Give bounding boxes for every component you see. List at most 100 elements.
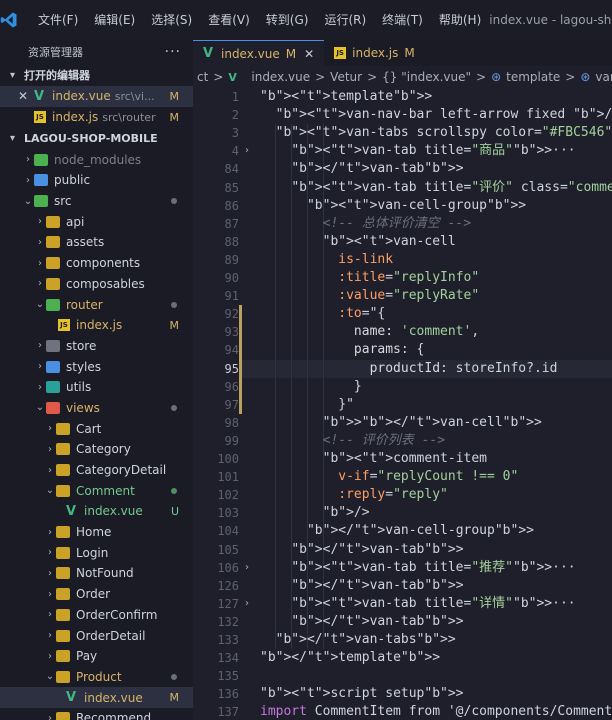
line-number: 92 bbox=[224, 307, 239, 322]
breadcrumb-item[interactable]: {} "index.vue" bbox=[382, 70, 471, 84]
line-number: 86 bbox=[224, 198, 239, 213]
tree-item-comment-index[interactable]: Vindex.vue U bbox=[0, 501, 193, 522]
tree-item-home[interactable]: › Home bbox=[0, 522, 193, 543]
tree-item-src[interactable]: ⌄ src bbox=[0, 191, 193, 212]
tree-item-assets[interactable]: › assets bbox=[0, 232, 193, 253]
tree-item-router-index[interactable]: JS index.js M bbox=[0, 315, 193, 336]
folder-icon bbox=[56, 567, 70, 580]
line-number: 133 bbox=[217, 633, 239, 647]
tree-item-api[interactable]: › api bbox=[0, 211, 193, 232]
fold-chevron-icon[interactable]: › bbox=[245, 559, 249, 577]
line-number: 101 bbox=[217, 470, 239, 485]
chevron-right-icon: › bbox=[26, 154, 30, 166]
fold-chevron-icon[interactable]: › bbox=[245, 595, 249, 613]
folder-icon bbox=[56, 526, 70, 539]
open-editor-item[interactable]: JS index.js src\router M bbox=[0, 107, 193, 128]
tree-item-components[interactable]: › components bbox=[0, 253, 193, 274]
breadcrumb-item[interactable]: ct bbox=[197, 70, 208, 84]
tree-item-router[interactable]: ⌄ router bbox=[0, 294, 193, 315]
editor-tabs: V index.vue M ✕ JS index.js M bbox=[193, 40, 612, 66]
line-number: 136 bbox=[217, 687, 239, 702]
tree-item-styles[interactable]: › styles bbox=[0, 356, 193, 377]
folder-icon bbox=[46, 381, 60, 394]
chevron-right-icon: › bbox=[38, 361, 42, 373]
menu-go[interactable]: 转到(G) bbox=[258, 0, 317, 40]
tree-item-cart[interactable]: › Cart bbox=[0, 418, 193, 439]
tree-item-public[interactable]: › public bbox=[0, 170, 193, 191]
git-modified-gutter bbox=[239, 305, 242, 414]
line-number: 97 bbox=[224, 397, 239, 412]
chevron-right-icon: › bbox=[26, 174, 30, 186]
tree-item-composables[interactable]: › composables bbox=[0, 274, 193, 295]
tree-item-product-index[interactable]: Vindex.vue M bbox=[0, 687, 193, 708]
menu-file[interactable]: 文件(F) bbox=[30, 0, 86, 40]
menu-help[interactable]: 帮助(H) bbox=[431, 0, 489, 40]
tree-label: components bbox=[66, 256, 141, 271]
tab-index-js[interactable]: JS index.js M bbox=[324, 40, 425, 66]
tree-label: Login bbox=[76, 545, 109, 560]
tree-item-pay[interactable]: › Pay bbox=[0, 646, 193, 667]
tree-item-node-modules[interactable]: › node_modules bbox=[0, 149, 193, 170]
breadcrumb-item[interactable]: Vetur bbox=[330, 70, 362, 84]
untracked-dot bbox=[171, 487, 177, 494]
git-badge: M bbox=[169, 110, 180, 124]
tree-item-store[interactable]: › store bbox=[0, 336, 193, 357]
line-number: 90 bbox=[224, 271, 239, 285]
project-section[interactable]: ▾ LAGOU-SHOP-MOBILE bbox=[0, 127, 193, 149]
git-badge: M bbox=[169, 691, 180, 705]
close-icon[interactable]: ✕ bbox=[18, 89, 34, 103]
folder-icon bbox=[46, 401, 60, 414]
symbol-icon: ⊛ bbox=[491, 70, 502, 84]
folder-icon bbox=[46, 298, 60, 311]
tree-item-views[interactable]: ⌄ views bbox=[0, 398, 193, 419]
breadcrumb-item[interactable]: template bbox=[506, 70, 560, 84]
menu-view[interactable]: 查看(V) bbox=[200, 0, 258, 40]
tree-item-login[interactable]: › Login bbox=[0, 542, 193, 563]
menu-run[interactable]: 运行(R) bbox=[316, 0, 374, 40]
code-line: "b">>"b"></"t">van-cell"b">> bbox=[322, 414, 542, 430]
chevron-right-icon: › bbox=[38, 216, 42, 228]
breadcrumb-item[interactable]: van-tabs bbox=[595, 70, 612, 84]
code-line: productId: storeInfo?.id bbox=[369, 360, 558, 376]
code-line: "b"><"t">van-tab title="评价" class="comme… bbox=[291, 179, 612, 195]
code-line: "b"><"t">van-tab title="商品""b">>··· bbox=[291, 143, 576, 159]
tab-index-vue[interactable]: V index.vue M ✕ bbox=[193, 40, 325, 66]
tree-label: index.vue bbox=[84, 690, 143, 705]
tree-item-order[interactable]: › Order bbox=[0, 584, 193, 605]
code-line: is-link bbox=[338, 251, 394, 267]
tree-item-utils[interactable]: › utils bbox=[0, 377, 193, 398]
code-line: :value="replyRate" bbox=[338, 288, 480, 304]
tree-item-category-detail[interactable]: › CategoryDetail bbox=[0, 460, 193, 481]
tab-badge: M bbox=[285, 46, 297, 61]
breadcrumb-separator: > bbox=[213, 70, 224, 84]
explorer-title: 资源管理器 bbox=[28, 46, 83, 59]
code-line: "b"><"t">script setup"b">> bbox=[260, 686, 464, 702]
tree-item-product[interactable]: ⌄ Product bbox=[0, 667, 193, 688]
tree-item-recommend[interactable]: › Recommend bbox=[0, 708, 193, 720]
tree-item-notfound[interactable]: › NotFound bbox=[0, 563, 193, 584]
more-actions-icon[interactable]: ··· bbox=[165, 44, 181, 60]
line-number: 84 bbox=[224, 162, 239, 177]
tree-item-comment[interactable]: ⌄ Comment bbox=[0, 480, 193, 501]
tree-item-category[interactable]: › Category bbox=[0, 439, 193, 460]
tree-label: Recommend bbox=[76, 711, 152, 720]
tree-item-order-detail[interactable]: › OrderDetail bbox=[0, 625, 193, 646]
git-badge: M bbox=[169, 318, 180, 332]
open-editors-section[interactable]: ▾ 打开的编辑器 bbox=[0, 64, 193, 86]
tree-label: Product bbox=[76, 669, 122, 684]
open-editor-item[interactable]: ✕ V index.vue src\vi... M bbox=[0, 86, 193, 107]
tree-label: CategoryDetail bbox=[76, 463, 167, 478]
code-editor[interactable]: 1 "b"><"t">template"b">> 2 "b"><"t">van-na… bbox=[193, 88, 612, 720]
folder-icon bbox=[46, 236, 60, 249]
fold-chevron-icon[interactable]: › bbox=[245, 142, 249, 160]
line-number: 105 bbox=[217, 542, 239, 557]
tree-item-order-confirm[interactable]: › OrderConfirm bbox=[0, 605, 193, 626]
menu-terminal[interactable]: 终端(T) bbox=[374, 0, 431, 40]
menu-edit[interactable]: 编辑(E) bbox=[86, 0, 143, 40]
close-icon[interactable]: ✕ bbox=[304, 47, 314, 61]
folder-icon bbox=[56, 422, 70, 435]
breadcrumb-item[interactable]: index.vue bbox=[251, 70, 310, 84]
menu-selection[interactable]: 选择(S) bbox=[143, 0, 200, 40]
folder-icon bbox=[46, 215, 60, 228]
line-number: 137 bbox=[217, 705, 239, 720]
